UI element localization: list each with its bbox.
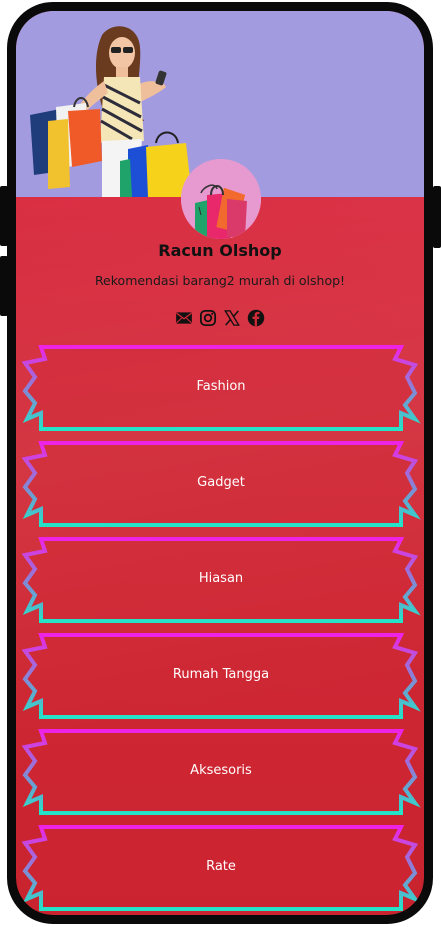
profile-name: Racun Olshop <box>158 241 282 260</box>
link-label: Fashion <box>196 379 246 394</box>
profile-avatar <box>181 159 261 239</box>
link-button[interactable]: Fashion <box>21 341 421 433</box>
link-label: Rate <box>206 859 236 874</box>
screen: Racun Olshop Rekomendasi barang2 murah d… <box>16 11 424 915</box>
power-button <box>433 186 441 248</box>
link-button[interactable]: Rumah Tangga <box>21 629 421 721</box>
link-label: Aksesoris <box>190 763 252 778</box>
link-button[interactable]: Gadget <box>21 437 421 529</box>
email-icon[interactable] <box>175 309 193 331</box>
link-label: Hiasan <box>198 571 244 586</box>
x-twitter-icon[interactable] <box>223 309 241 331</box>
link-label: Gadget <box>197 475 245 490</box>
social-links <box>16 309 424 331</box>
link-label: Rumah Tangga <box>172 667 270 682</box>
profile-bio: Rekomendasi barang2 murah di olshop! <box>94 273 346 288</box>
shopping-woman-illustration <box>30 26 192 197</box>
link-button[interactable]: Hiasan <box>21 533 421 625</box>
link-button[interactable]: Rate <box>21 821 421 913</box>
link-button[interactable]: Aksesoris <box>21 725 421 817</box>
shopping-bags-icon <box>181 159 261 239</box>
instagram-icon[interactable] <box>199 309 217 331</box>
facebook-icon[interactable] <box>247 309 265 331</box>
phone-frame: Racun Olshop Rekomendasi barang2 murah d… <box>7 2 433 924</box>
